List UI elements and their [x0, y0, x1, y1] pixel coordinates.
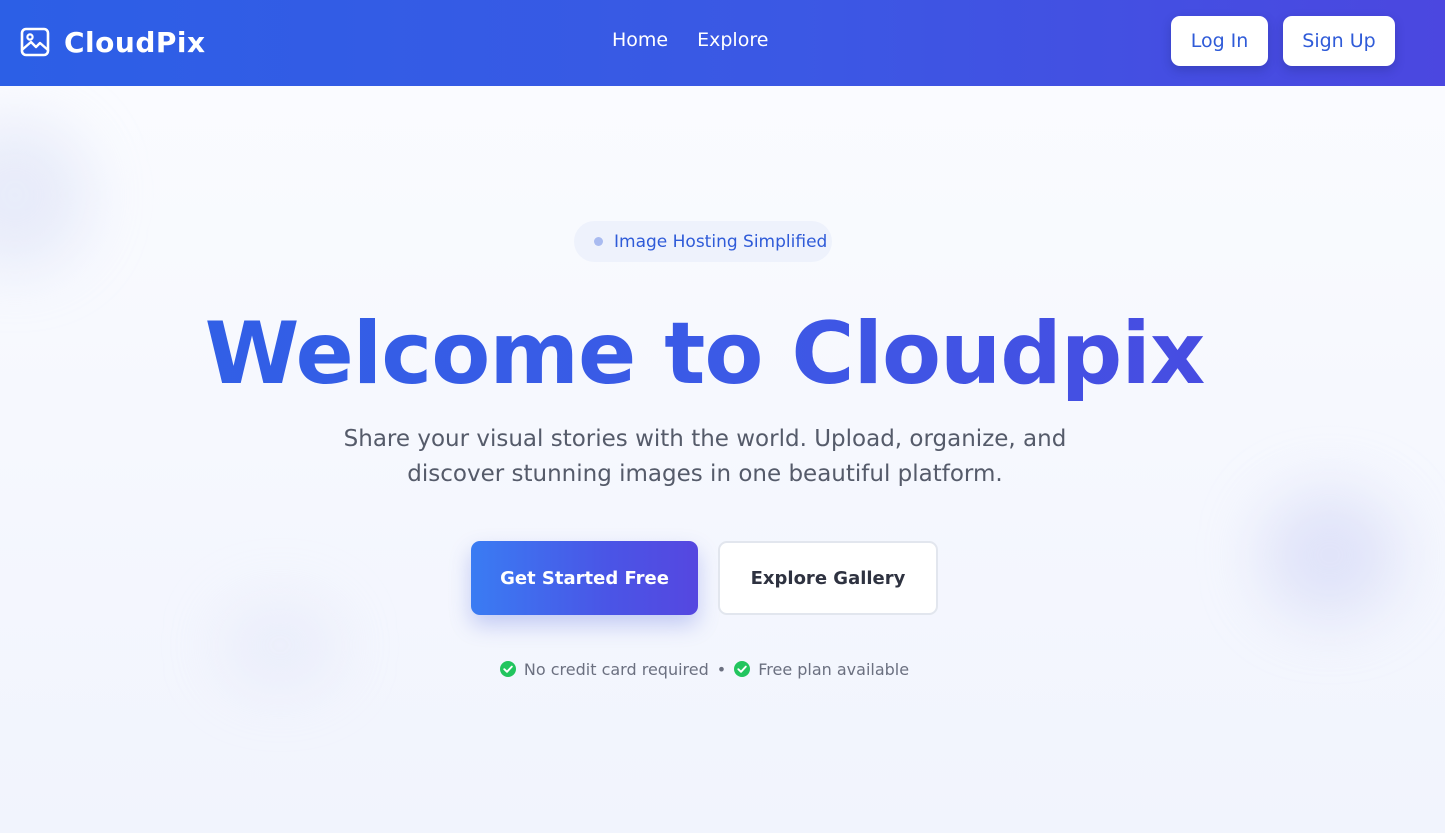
badge-dot-icon: [594, 237, 603, 246]
hero-title: Welcome to Cloudpix: [0, 302, 1409, 406]
login-button[interactable]: Log In: [1171, 16, 1268, 66]
get-started-button[interactable]: Get Started Free: [471, 541, 698, 615]
nav-link-home[interactable]: Home: [612, 29, 668, 51]
top-navbar: CloudPix Home Explore Log In Sign Up: [0, 0, 1445, 86]
feature-separator: •: [716, 659, 727, 679]
image-icon: [20, 27, 50, 57]
explore-gallery-button[interactable]: Explore Gallery: [718, 541, 938, 615]
main-nav: Home Explore: [612, 29, 768, 51]
brand-logo-link[interactable]: CloudPix: [20, 24, 206, 60]
signup-button[interactable]: Sign Up: [1283, 16, 1395, 66]
hero-badge: Image Hosting Simplified: [574, 221, 832, 262]
check-circle-icon: [499, 661, 516, 677]
background-blob: [0, 120, 90, 270]
hero-subtitle: Share your visual stories with the world…: [343, 426, 1067, 487]
background-blob: [1260, 490, 1400, 620]
check-circle-icon: [734, 661, 751, 677]
nav-link-explore[interactable]: Explore: [697, 29, 768, 51]
badge-text: Image Hosting Simplified: [614, 231, 828, 252]
feature-text: No credit card required: [523, 659, 709, 679]
feature-text: Free plan available: [758, 659, 910, 679]
brand-name: CloudPix: [64, 25, 206, 59]
hero-features: No credit card required • Free plan avai…: [0, 656, 1409, 682]
